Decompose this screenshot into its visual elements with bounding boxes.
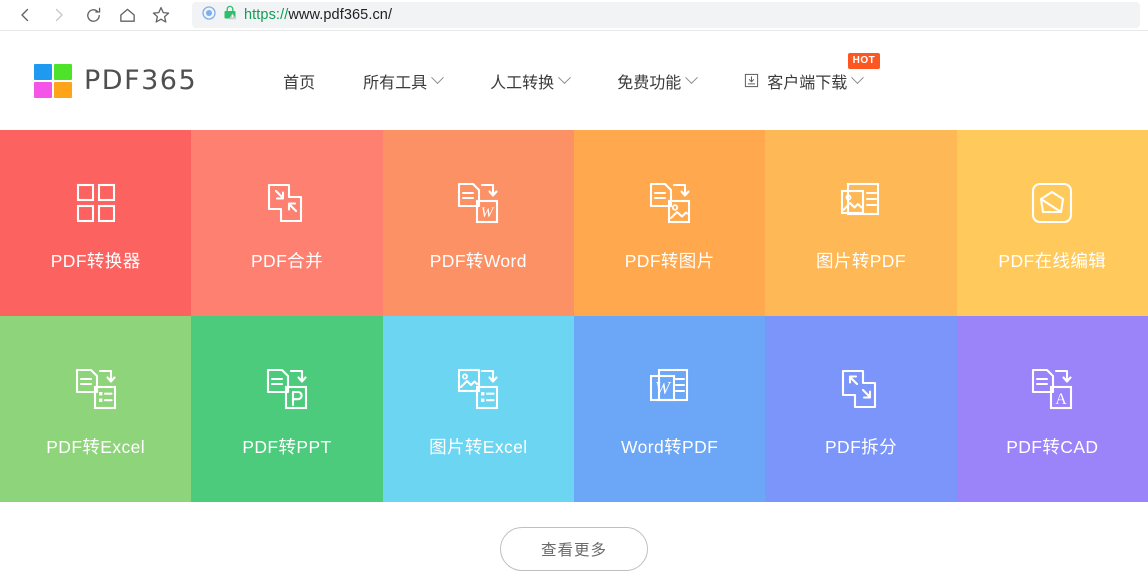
tile-pdf-merge[interactable]: PDF合并 — [191, 130, 383, 316]
chevron-down-icon — [851, 71, 865, 85]
reload-icon — [84, 6, 103, 25]
shield-circle-icon[interactable] — [202, 5, 216, 25]
back-arrow-icon — [16, 6, 34, 24]
svg-text:W: W — [481, 205, 495, 221]
tile-label: PDF转PPT — [242, 436, 332, 457]
tile-pdf-to-image[interactable]: PDF转图片 — [573, 130, 766, 316]
tile-label: PDF转图片 — [624, 250, 715, 271]
tile-pdf-to-word[interactable]: W PDF转Word — [382, 130, 574, 316]
chevron-down-icon — [685, 71, 699, 85]
nav-item-label: 客户端下载 — [767, 74, 848, 92]
nav-item-free-features[interactable]: 免费功能 — [593, 69, 720, 93]
star-icon — [151, 5, 171, 25]
logo-wordmark: PDF365 — [84, 65, 198, 96]
tile-label: 图片转PDF — [816, 250, 906, 271]
tile-label: 图片转Excel — [429, 436, 528, 457]
logo-square-green — [54, 63, 72, 80]
edit-shape-icon — [1028, 174, 1076, 232]
url-scheme: https:// — [244, 7, 289, 23]
nav-item-all-tools[interactable]: 所有工具 — [339, 69, 466, 93]
tile-pdf-split[interactable]: PDF拆分 — [765, 316, 957, 502]
url-host: www.pdf365.cn/ — [288, 7, 393, 23]
tile-label: Word转PDF — [621, 436, 719, 457]
tile-label: PDF合并 — [250, 250, 323, 271]
home-button[interactable] — [110, 1, 144, 29]
forward-arrow-icon — [50, 6, 68, 24]
tile-label: PDF转CAD — [1006, 436, 1099, 457]
svg-text:A: A — [1056, 391, 1068, 408]
tile-label: PDF转Word — [429, 250, 527, 271]
nav-item-client-download[interactable]: 客户端下载 HOT — [720, 52, 886, 93]
address-bar[interactable]: https://www.pdf365.cn/ — [192, 2, 1140, 28]
image-to-excel-icon — [454, 360, 502, 418]
svg-text:W: W — [655, 378, 672, 398]
site-header: PDF365 首页 所有工具 人工转换 免费功能 客户端下载 HOT — [0, 31, 1148, 130]
merge-documents-icon — [263, 174, 311, 232]
tile-pdf-to-ppt[interactable]: PDF转PPT — [191, 316, 383, 502]
four-squares-grid-icon — [72, 174, 120, 232]
tile-pdf-converter[interactable]: PDF转换器 — [0, 130, 192, 316]
view-more-section: 查看更多 — [0, 502, 1148, 571]
tile-image-to-pdf[interactable]: 图片转PDF — [765, 130, 957, 316]
back-button[interactable] — [8, 1, 42, 29]
chevron-down-icon — [431, 71, 445, 85]
doc-to-image-icon — [646, 174, 694, 232]
tile-pdf-to-cad[interactable]: A PDF转CAD — [956, 316, 1148, 502]
nav-item-home[interactable]: 首页 — [259, 69, 339, 93]
tile-image-to-excel[interactable]: 图片转Excel — [382, 316, 574, 502]
doc-to-cad-icon: A — [1028, 360, 1076, 418]
bookmark-button[interactable] — [144, 1, 178, 29]
logo-square-orange — [54, 81, 72, 98]
tile-label: PDF在线编辑 — [998, 250, 1107, 271]
tile-pdf-online-edit[interactable]: PDF在线编辑 — [956, 130, 1148, 316]
nav-item-manual-conversion[interactable]: 人工转换 — [466, 69, 593, 93]
hot-badge: HOT — [847, 52, 881, 69]
chevron-down-icon — [558, 71, 572, 85]
split-documents-icon — [837, 360, 885, 418]
doc-to-ppt-icon — [263, 360, 311, 418]
doc-to-word-icon: W — [454, 174, 502, 232]
image-to-doc-icon — [837, 174, 885, 232]
download-icon — [744, 73, 759, 88]
nav-item-label: 所有工具 — [363, 74, 428, 92]
main-navigation: 首页 所有工具 人工转换 免费功能 客户端下载 HOT — [259, 52, 886, 93]
site-logo[interactable]: PDF365 — [34, 63, 198, 98]
logo-square-magenta — [34, 81, 52, 98]
logo-square-blue — [34, 63, 52, 80]
browser-toolbar: https://www.pdf365.cn/ — [0, 0, 1148, 31]
home-icon — [118, 6, 137, 25]
tile-pdf-to-excel[interactable]: PDF转Excel — [0, 316, 192, 502]
nav-item-label: 免费功能 — [617, 74, 682, 92]
tool-tile-grid: PDF转换器 PDF合并 W PDF转Word PDF转图片 图片转PDF PD… — [0, 130, 1148, 502]
reload-button[interactable] — [76, 1, 110, 29]
nav-item-label: 首页 — [283, 74, 316, 92]
view-more-button[interactable]: 查看更多 — [499, 527, 648, 571]
tile-word-to-pdf[interactable]: W Word转PDF — [573, 316, 766, 502]
tile-label: PDF拆分 — [824, 436, 897, 457]
tile-label: PDF转Excel — [46, 436, 146, 457]
tile-label: PDF转换器 — [50, 250, 141, 271]
lock-warning-icon[interactable] — [223, 5, 237, 25]
doc-to-excel-icon — [72, 360, 120, 418]
word-doc-icon: W — [646, 360, 694, 418]
url-text: https://www.pdf365.cn/ — [244, 7, 392, 23]
nav-item-label: 人工转换 — [490, 74, 555, 92]
logo-grid-icon — [34, 63, 72, 98]
forward-button[interactable] — [42, 1, 76, 29]
